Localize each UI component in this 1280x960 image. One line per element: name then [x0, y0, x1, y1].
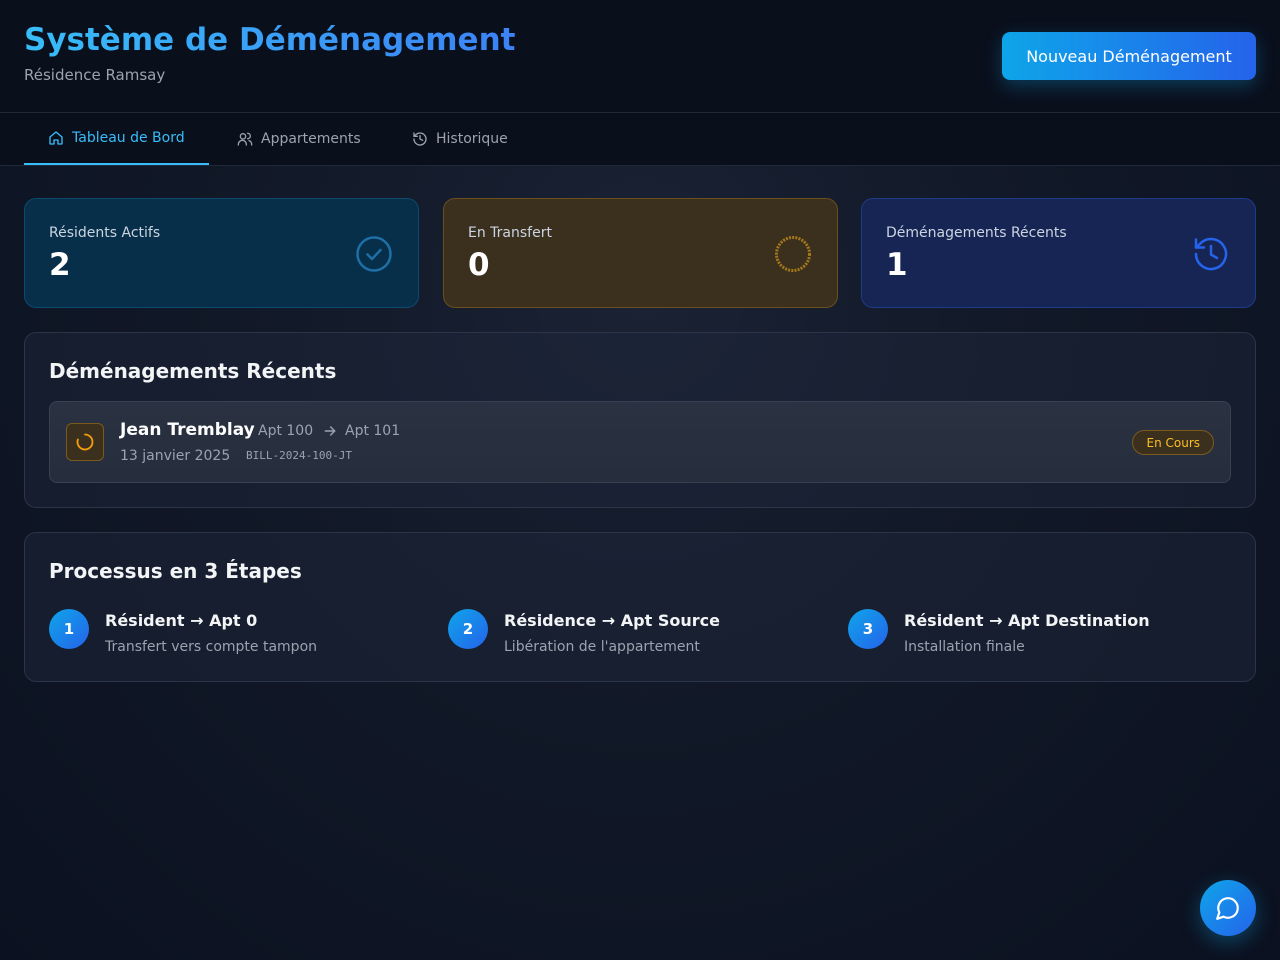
- tab-label: Tableau de Bord: [72, 130, 185, 146]
- app-header: Système de Déménagement Résidence Ramsay…: [0, 0, 1280, 113]
- bill-reference: BILL-2024-100-JT: [246, 449, 352, 462]
- step-title: Résidence → Apt Source: [504, 611, 720, 630]
- check-circle-icon: [356, 236, 392, 272]
- history-icon: [1194, 237, 1228, 271]
- recent-moves-panel: Déménagements Récents Jean Tremblay Apt …: [24, 332, 1256, 508]
- status-badge: En Cours: [1132, 430, 1214, 455]
- stat-card-active-residents: Résidents Actifs 2: [24, 198, 419, 308]
- step-number: 2: [448, 609, 488, 649]
- stat-value: 2: [49, 247, 71, 283]
- step-description: Installation finale: [904, 639, 1025, 655]
- process-panel: Processus en 3 Étapes 1 Résident → Apt 0…: [24, 532, 1256, 682]
- move-date: 13 janvier 2025: [120, 448, 231, 464]
- panel-title: Processus en 3 Étapes: [49, 559, 302, 583]
- stat-value: 1: [886, 247, 908, 283]
- resident-name: Jean Tremblay: [120, 420, 255, 440]
- process-step: 1 Résident → Apt 0 Transfert vers compte…: [49, 609, 429, 669]
- source-apartment: Apt 100: [258, 423, 314, 439]
- app-title: Système de Déménagement: [24, 22, 516, 58]
- chat-bubble-icon: [1216, 897, 1239, 920]
- loader-icon: [76, 433, 94, 451]
- tab-bar: Tableau de Bord Appartements Historique: [0, 113, 1280, 166]
- process-step: 2 Résidence → Apt Source Libération de l…: [448, 609, 828, 669]
- stat-card-recent-moves: Déménagements Récents 1: [861, 198, 1256, 308]
- step-number: 1: [49, 609, 89, 649]
- stat-label: En Transfert: [468, 225, 552, 241]
- destination-apartment: Apt 101: [345, 423, 401, 439]
- step-description: Transfert vers compte tampon: [105, 639, 318, 655]
- stat-label: Résidents Actifs: [49, 225, 161, 241]
- tab-apartments[interactable]: Appartements: [237, 113, 361, 165]
- step-number: 3: [848, 609, 888, 649]
- loader-ring-icon: [775, 236, 811, 272]
- stat-value: 0: [468, 247, 490, 283]
- move-status-icon: [66, 423, 104, 461]
- chat-button[interactable]: [1200, 880, 1256, 936]
- process-step: 3 Résident → Apt Destination Installatio…: [848, 609, 1228, 669]
- users-icon: [237, 132, 253, 146]
- step-description: Libération de l'appartement: [504, 639, 700, 655]
- history-icon: [413, 132, 427, 146]
- tab-label: Appartements: [261, 131, 361, 147]
- step-title: Résident → Apt Destination: [904, 611, 1150, 630]
- panel-title: Déménagements Récents: [49, 359, 337, 383]
- home-icon: [49, 131, 63, 145]
- tab-history[interactable]: Historique: [412, 113, 508, 165]
- new-move-button[interactable]: Nouveau Déménagement: [1002, 32, 1256, 80]
- step-title: Résident → Apt 0: [105, 611, 258, 630]
- list-item[interactable]: Jean Tremblay Apt 100 Apt 101 13 janvier…: [49, 401, 1231, 483]
- arrow-right-icon: [324, 426, 336, 436]
- tab-label: Historique: [436, 131, 508, 147]
- app-subtitle: Résidence Ramsay: [24, 66, 166, 84]
- stat-card-in-transfer: En Transfert 0: [443, 198, 838, 308]
- stat-label: Déménagements Récents: [886, 225, 1067, 241]
- tab-dashboard[interactable]: Tableau de Bord: [24, 113, 209, 165]
